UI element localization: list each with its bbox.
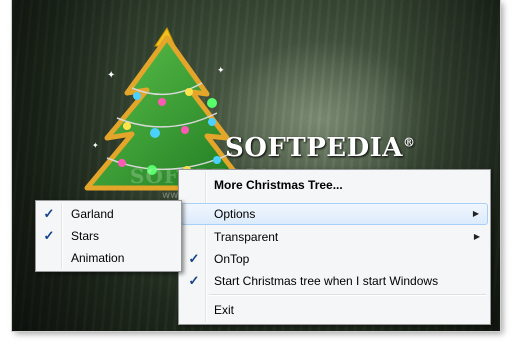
checkmark-icon: ✓ bbox=[43, 206, 55, 221]
submenu-item-label: Garland bbox=[71, 207, 114, 221]
svg-text:✦: ✦ bbox=[107, 70, 115, 81]
checkmark-icon: ✓ bbox=[188, 273, 200, 288]
menu-item-more-christmas-tree[interactable]: More Christmas Tree... bbox=[181, 174, 488, 196]
menu-item-label: Options bbox=[214, 207, 256, 221]
context-menu: More Christmas Tree... Options ▶ Transpa… bbox=[178, 169, 491, 325]
submenu-arrow-icon: ▶ bbox=[473, 232, 480, 241]
menu-item-label: Exit bbox=[214, 303, 235, 317]
menu-item-options[interactable]: Options ▶ bbox=[181, 203, 488, 225]
checkmark-icon: ✓ bbox=[43, 228, 55, 243]
submenu-item-stars[interactable]: ✓ Stars bbox=[38, 225, 179, 247]
checkmark-icon: ✓ bbox=[188, 251, 200, 266]
options-submenu: ✓ Garland ✓ Stars Animation bbox=[35, 200, 182, 272]
menu-item-label: Start Christmas tree when I start Window… bbox=[214, 274, 439, 288]
svg-text:✦: ✦ bbox=[217, 66, 225, 76]
menu-item-label: Transparent bbox=[214, 230, 279, 244]
softpedia-logo: SOFTPEDIA® bbox=[225, 133, 416, 163]
submenu-arrow-icon: ▶ bbox=[472, 209, 479, 218]
submenu-item-label: Animation bbox=[71, 251, 125, 265]
menu-item-label: OnTop bbox=[214, 252, 250, 266]
submenu-item-label: Stars bbox=[71, 229, 100, 243]
svg-text:✦: ✦ bbox=[92, 141, 99, 150]
menu-item-transparent[interactable]: Transparent ▶ bbox=[181, 226, 488, 248]
menu-separator bbox=[209, 294, 486, 296]
menu-item-label: More Christmas Tree... bbox=[214, 178, 343, 192]
menu-item-exit[interactable]: Exit bbox=[181, 299, 488, 321]
menu-item-ontop[interactable]: ✓ OnTop bbox=[181, 248, 488, 270]
menu-item-start-with-windows[interactable]: ✓ Start Christmas tree when I start Wind… bbox=[181, 270, 488, 292]
submenu-item-garland[interactable]: ✓ Garland bbox=[38, 203, 179, 225]
submenu-item-animation[interactable]: Animation bbox=[38, 247, 179, 269]
